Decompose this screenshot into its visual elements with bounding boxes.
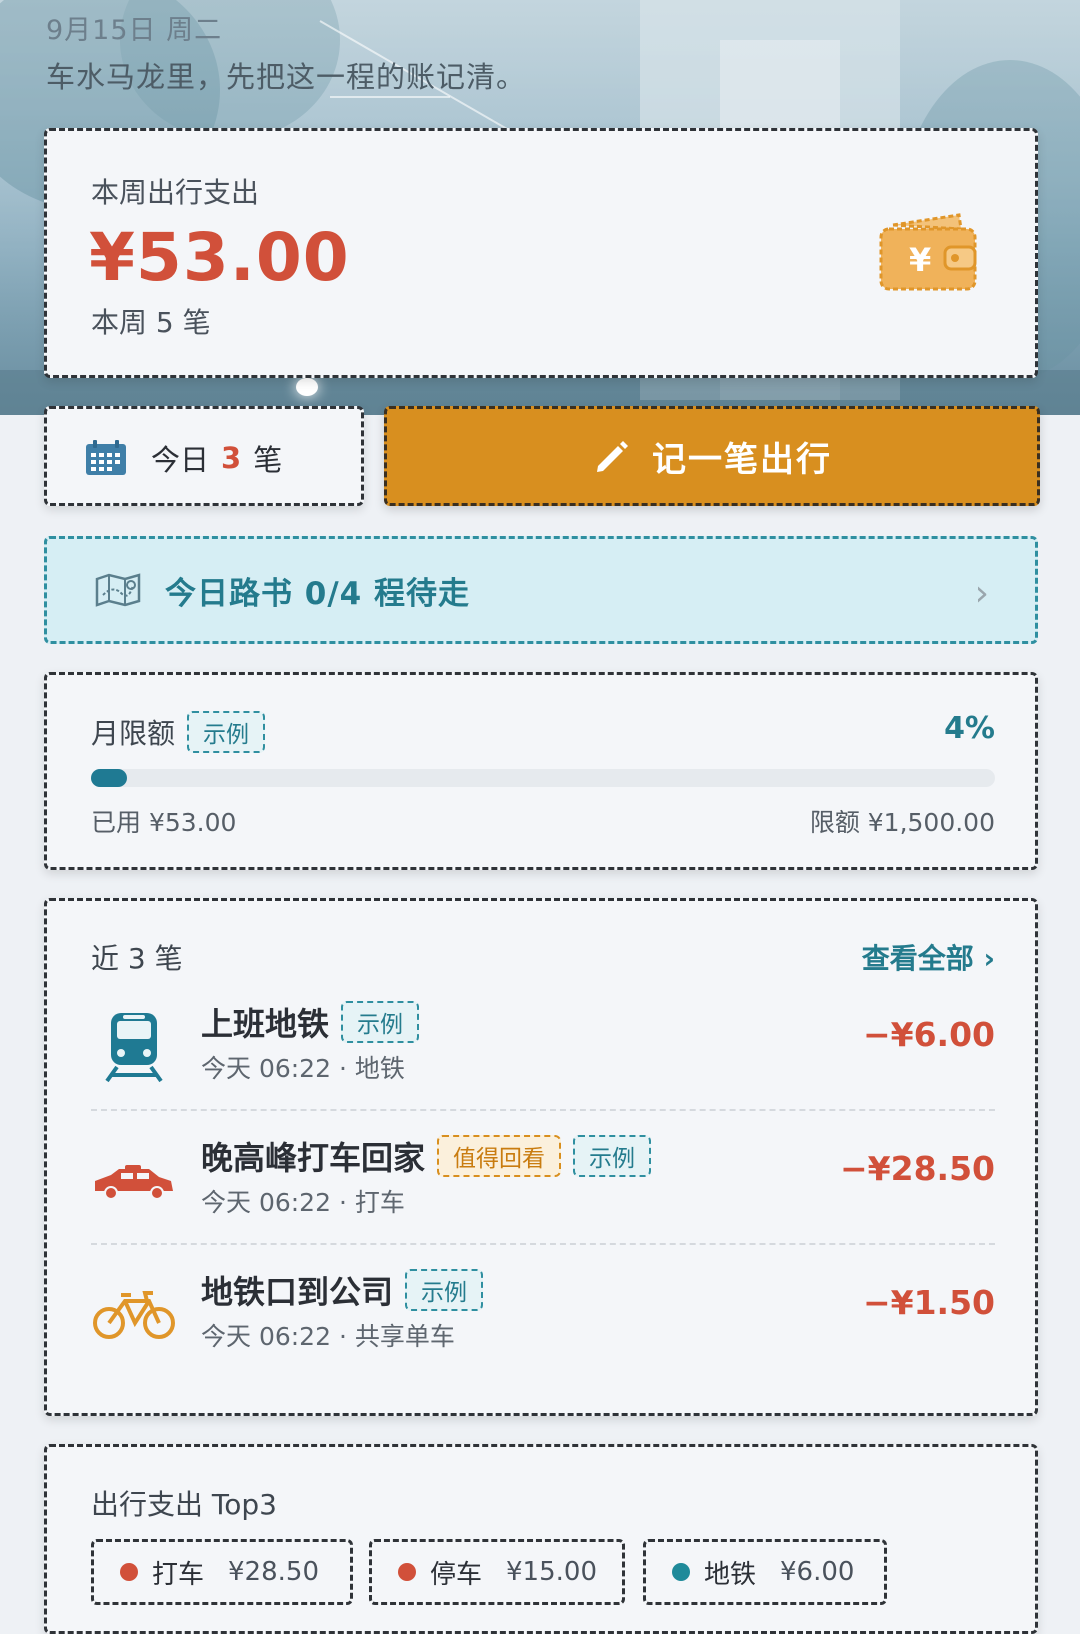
record-trip-label: 记一笔出行 [652,439,832,480]
top3-chip[interactable]: 地铁 ¥6.00 [643,1539,887,1605]
record-amount: −¥28.50 [840,1149,995,1188]
map-icon [95,573,141,607]
recent-title: 近 3 笔 [91,942,183,975]
record-row[interactable]: 地铁口到公司 示例 今天 06:22 · 共享单车 −¥1.50 [91,1253,995,1387]
record-name: 地铁口到公司 [201,1273,394,1311]
bicycle-icon [93,1291,175,1339]
today-prefix: 今日 [151,443,210,477]
pencil-icon [597,441,628,472]
weekly-spending-card[interactable]: 本周出行支出 ¥53.00 本周 5 笔 ¥ [44,128,1038,378]
record-row[interactable]: 晚高峰打车回家 值得回看 示例 今天 06:22 · 打车 −¥28.50 [91,1119,995,1253]
divider [91,1109,995,1111]
chevron-right-icon: › [974,573,989,614]
weekly-spending-label: 本周出行支出 [91,176,260,209]
roadbook-text: 今日路书 0/4 程待走 [165,575,471,612]
top3-chip[interactable]: 停车 ¥15.00 [369,1539,625,1605]
limit-title: 月限额 [91,717,176,750]
category-dot [120,1563,138,1581]
header-date: 9月15日 周二 [46,15,223,46]
chip-value: ¥6.00 [780,1557,855,1587]
record-name: 晚高峰打车回家 [201,1139,426,1177]
record-trip-button[interactable]: 记一笔出行 [384,406,1040,506]
monthly-limit-card[interactable]: 月限额 示例 4% 已用 ¥53.00 限额 ¥1,500.00 [44,672,1038,870]
top3-title: 出行支出 Top3 [91,1488,277,1521]
record-amount: −¥6.00 [862,1015,995,1054]
weekly-spending-amount: ¥53.00 [89,219,350,296]
top3-card: 出行支出 Top3 打车 ¥28.50 停车 ¥15.00 地铁 ¥6.00 [44,1444,1038,1634]
limit-percent: 4% [944,711,995,746]
today-count-card[interactable]: 今日 3 笔 [44,406,364,506]
limit-quota: 限额 ¥1,500.00 [809,808,995,837]
taxi-icon [95,1165,173,1200]
chip-value: ¥28.50 [228,1557,319,1587]
recent-records-card: 近 3 笔 查看全部 › 上班地铁 示例 今天 06:22 · 地铁 −¥6.0… [44,898,1038,1416]
chip-name: 打车 [152,1559,205,1590]
example-tag: 示例 [405,1269,484,1311]
today-suffix: 笔 [253,443,283,477]
top3-chip[interactable]: 打车 ¥28.50 [91,1539,353,1605]
example-tag: 示例 [573,1135,652,1177]
chip-value: ¥15.00 [506,1557,597,1587]
category-dot [398,1563,416,1581]
wallet-icon: ¥ [879,213,977,291]
limit-progress-fill [91,769,128,787]
divider [91,1243,995,1245]
example-tag: 示例 [341,1001,420,1043]
today-roadbook-banner[interactable]: 今日路书 0/4 程待走 › [44,536,1038,644]
category-dot [672,1563,690,1581]
chip-name: 地铁 [704,1559,757,1590]
weekly-count: 本周 5 笔 [91,306,211,339]
record-meta: 今天 06:22 · 地铁 [201,1054,405,1083]
limit-used: 已用 ¥53.00 [91,808,237,837]
subway-icon [105,1013,163,1083]
calendar-icon [86,440,126,475]
today-count: 3 [221,441,242,475]
limit-progress-bar [91,769,995,787]
record-meta: 今天 06:22 · 共享单车 [201,1322,455,1351]
record-name: 上班地铁 [201,1005,330,1043]
svg-text:¥: ¥ [909,241,931,279]
header-slogan: 车水马龙里，先把这一程的账记清。 [46,60,527,94]
worth-review-tag: 值得回看 [437,1135,562,1177]
record-meta: 今天 06:22 · 打车 [201,1188,405,1217]
record-amount: −¥1.50 [862,1283,995,1322]
record-row[interactable]: 上班地铁 示例 今天 06:22 · 地铁 −¥6.00 [91,985,995,1119]
example-tag: 示例 [187,711,266,753]
view-all-link[interactable]: 查看全部 › [862,937,995,977]
chip-name: 停车 [430,1559,483,1590]
